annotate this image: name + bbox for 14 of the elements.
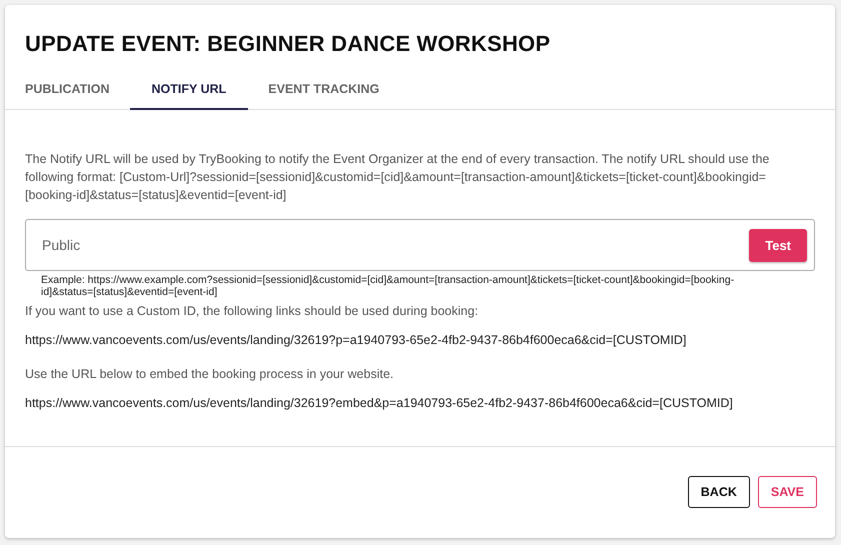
custom-id-note: If you want to use a Custom ID, the following links should be used during booking:	[25, 304, 480, 318]
embed-note: Use the URL below to embed the booking process in your website.	[25, 367, 394, 381]
test-button[interactable]: Test	[749, 228, 807, 262]
tab[interactable]: EVENT TRACKING	[248, 73, 400, 110]
save-button[interactable]: SAVE	[758, 476, 817, 508]
embed-url: https://www.vancoevents.com/us/events/landing/32619?embed&p=a1940793-65e2-4fb2-9437-86b4f600eca6&cid=[CUSTOMID]	[25, 396, 734, 410]
tab[interactable]: NOTIFY URL	[130, 73, 248, 110]
description-text: The Notify URL will be used by TryBooking to notify the Event Organizer at the end of every transaction. The notify URL should use the following format: [Custom-Url]?sessionid=[sessionid]&customid=[cid]&amount=[transaction-amount]&tickets=[ticket-count]&bookingid=[booking-id]&status=[status]&eventid=[event-id]	[25, 151, 770, 204]
example-text: Example: https://www.example.com?sessionid=[sessionid]&customid=[cid]&amount=[transaction-amount]&tickets=[ticket-count]&bookingid=[booking-id]&status=[status]&eventid=[event-id]	[40, 274, 736, 298]
page-title: UPDATE EVENT: BEGINNER DANCE WORKSHOP	[24, 30, 552, 57]
back-button[interactable]: BACK	[688, 476, 750, 508]
tab[interactable]: PUBLICATION	[5, 73, 130, 110]
custom-id-url: https://www.vancoevents.com/us/events/landing/32619?p=a1940793-65e2-4fb2-9437-86b4f600eca6&cid=[CUSTOMID]	[25, 333, 688, 347]
notify-url-field[interactable]: Public Test	[25, 219, 815, 271]
